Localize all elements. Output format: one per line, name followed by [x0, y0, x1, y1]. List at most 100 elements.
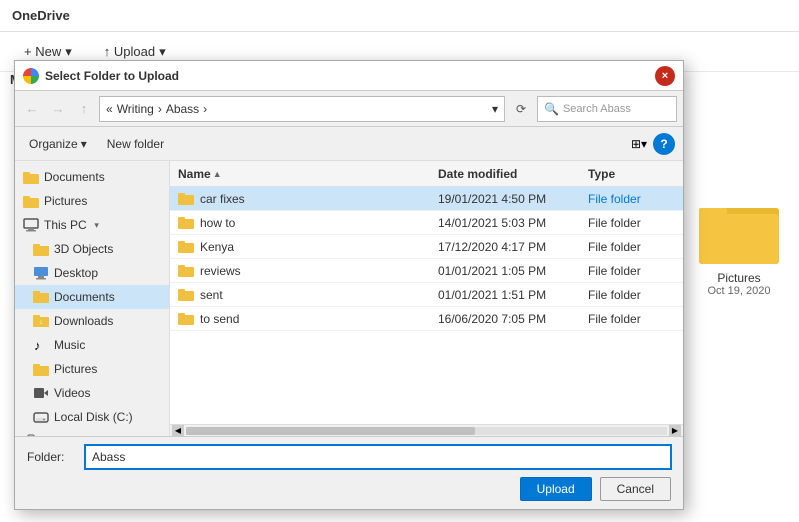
forward-button[interactable]: →	[47, 98, 69, 120]
scroll-thumb[interactable]	[186, 427, 475, 435]
expand-icon: ▾	[92, 220, 102, 230]
address-bar-row: ← → ↑ « Writing › Abass › ▾ ⟳ 🔍 Search A…	[15, 91, 683, 127]
sidebar-label: Pictures	[44, 194, 87, 208]
sidebar-label: Documents	[54, 290, 115, 304]
file-date: 01/01/2021 1:51 PM	[434, 288, 584, 302]
music-icon: ♪	[33, 337, 49, 353]
search-icon: 🔍	[544, 102, 559, 116]
file-date: 19/01/2021 4:50 PM	[434, 192, 584, 206]
sidebar-item-music[interactable]: ♪ Music	[15, 333, 169, 357]
sidebar-item-documents-pc[interactable]: Documents	[15, 285, 169, 309]
dialog-content: Documents Pictures This PC ▾ 3D Objects	[15, 161, 683, 436]
sidebar-item-3dobjects[interactable]: 3D Objects	[15, 237, 169, 261]
file-row[interactable]: to send 16/06/2020 7:05 PM File folder	[170, 307, 683, 331]
sidebar-item-this-pc[interactable]: This PC ▾	[15, 213, 169, 237]
scroll-right-button[interactable]: ▶	[669, 425, 681, 437]
file-list-header: Name ▲ Date modified Type	[170, 161, 683, 187]
bg-pictures-date: Oct 19, 2020	[699, 285, 779, 297]
file-list: Name ▲ Date modified Type car fixes 19/0…	[170, 161, 683, 424]
svg-text:♪: ♪	[34, 338, 41, 352]
select-folder-dialog: Select Folder to Upload × ← → ↑ « Writin…	[14, 60, 684, 510]
file-name: to send	[174, 312, 434, 326]
sidebar-item-videos[interactable]: Videos	[15, 381, 169, 405]
file-name: how to	[174, 216, 434, 230]
sidebar-label: Local Disk (C:)	[54, 410, 133, 424]
address-writing: Writing	[117, 102, 154, 116]
up-button[interactable]: ↑	[73, 98, 95, 120]
chrome-icon	[23, 68, 39, 84]
organize-button[interactable]: Organize ▾	[23, 134, 93, 154]
file-row[interactable]: how to 14/01/2021 5:03 PM File folder	[170, 211, 683, 235]
file-type: File folder	[584, 240, 679, 254]
dialog-title-left: Select Folder to Upload	[23, 68, 179, 84]
file-date: 14/01/2021 5:03 PM	[434, 216, 584, 230]
sidebar-item-downloads[interactable]: ↓ Downloads	[15, 309, 169, 333]
downloads-icon: ↓	[33, 313, 49, 329]
col-date-header: Date modified	[434, 167, 584, 181]
sidebar-item-pictures[interactable]: Pictures	[15, 189, 169, 213]
onedrive-titlebar: OneDrive	[0, 0, 799, 32]
sidebar-label: Pictures	[54, 362, 97, 376]
pc-icon	[23, 217, 39, 233]
file-row[interactable]: reviews 01/01/2021 1:05 PM File folder	[170, 259, 683, 283]
address-chevron: ▾	[492, 102, 498, 116]
file-date: 01/01/2021 1:05 PM	[434, 264, 584, 278]
back-button[interactable]: ←	[21, 98, 43, 120]
col-name-header: Name ▲	[174, 167, 434, 181]
dialog-titlebar: Select Folder to Upload ×	[15, 61, 683, 91]
bg-pictures-label: Pictures	[699, 271, 779, 285]
docs-icon	[33, 289, 49, 305]
dialog-title: Select Folder to Upload	[45, 69, 179, 83]
sidebar-label: Downloads	[54, 314, 113, 328]
dialog-close-button[interactable]: ×	[655, 66, 675, 86]
file-row[interactable]: Kenya 17/12/2020 4:17 PM File folder	[170, 235, 683, 259]
onedrive-title: OneDrive	[12, 8, 70, 23]
file-row[interactable]: car fixes 19/01/2021 4:50 PM File folder	[170, 187, 683, 211]
toolbar-row: Organize ▾ New folder ⊞ ▾ ?	[15, 127, 683, 161]
address-bar[interactable]: « Writing › Abass › ▾	[99, 96, 505, 122]
sidebar-label: This PC	[44, 218, 87, 232]
help-button[interactable]: ?	[653, 133, 675, 155]
horizontal-scrollbar[interactable]: ◀ ▶	[170, 424, 683, 436]
folder-icon	[33, 241, 49, 257]
folder-input[interactable]	[85, 445, 671, 469]
svg-text:↓: ↓	[39, 319, 43, 326]
sidebar-item-localdisk[interactable]: Local Disk (C:)	[15, 405, 169, 429]
sidebar-item-network[interactable]: Network	[15, 429, 169, 436]
desktop-icon	[33, 265, 49, 281]
sidebar-label: Desktop	[54, 266, 98, 280]
sidebar-label: 3D Objects	[54, 242, 113, 256]
videos-icon	[33, 385, 49, 401]
file-name: sent	[174, 288, 434, 302]
file-date: 16/06/2020 7:05 PM	[434, 312, 584, 326]
bottom-buttons: Upload Cancel	[27, 477, 671, 501]
col-type-header: Type	[584, 167, 679, 181]
sidebar-label: Music	[54, 338, 85, 352]
search-placeholder: Search Abass	[563, 103, 631, 115]
folder-label: Folder:	[27, 450, 77, 464]
sidebar-item-desktop[interactable]: Desktop	[15, 261, 169, 285]
large-folder-icon	[699, 200, 779, 264]
view-icons-group: ⊞ ▾ ?	[627, 132, 675, 156]
refresh-button[interactable]: ⟳	[509, 97, 533, 121]
address-abass: Abass	[166, 102, 199, 116]
folder-row: Folder:	[27, 445, 671, 469]
file-type: File folder	[584, 312, 679, 326]
scroll-track[interactable]	[186, 427, 667, 435]
folder-icon	[23, 169, 39, 185]
sort-arrow: ▲	[213, 169, 222, 179]
cancel-button[interactable]: Cancel	[600, 477, 671, 501]
dialog-bottom: Folder: Upload Cancel	[15, 436, 683, 509]
sidebar-item-pictures-pc[interactable]: Pictures	[15, 357, 169, 381]
sidebar-label: Videos	[54, 386, 90, 400]
file-name: Kenya	[174, 240, 434, 254]
upload-button[interactable]: Upload	[520, 477, 592, 501]
view-toggle-button[interactable]: ⊞ ▾	[627, 132, 651, 156]
scroll-left-button[interactable]: ◀	[172, 425, 184, 437]
file-row[interactable]: sent 01/01/2021 1:51 PM File folder	[170, 283, 683, 307]
file-name: car fixes	[174, 192, 434, 206]
sidebar-item-documents[interactable]: Documents	[15, 165, 169, 189]
file-type: File folder	[584, 192, 679, 206]
new-folder-button[interactable]: New folder	[101, 134, 170, 154]
search-box[interactable]: 🔍 Search Abass	[537, 96, 677, 122]
